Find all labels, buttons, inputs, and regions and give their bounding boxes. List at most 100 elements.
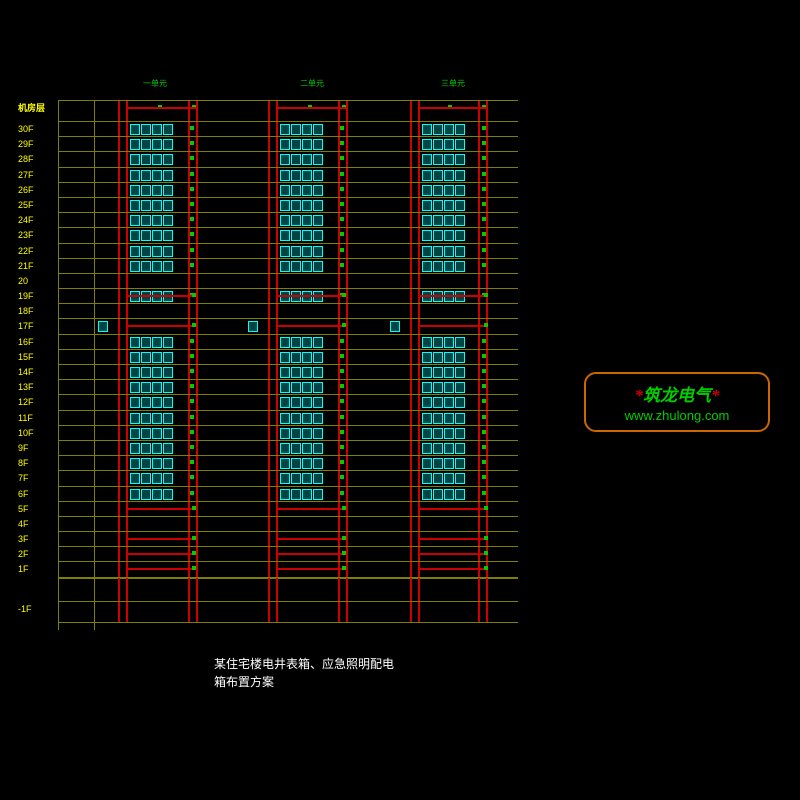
floor-row: 8F [58, 455, 518, 470]
meter-box-cluster [130, 154, 173, 164]
meter-box-cluster [422, 154, 465, 164]
meter-box-icon [152, 170, 162, 181]
meter-box-icon [455, 200, 465, 211]
meter-box-cluster [422, 458, 465, 468]
branch-line [276, 568, 346, 570]
meter-box-icon [433, 489, 443, 500]
meter-box-cluster [280, 489, 323, 499]
meter-box-cluster [130, 337, 173, 347]
meter-box-icon [444, 428, 454, 439]
meter-box-icon [291, 200, 301, 211]
meter-box-icon [141, 337, 151, 348]
meter-box-icon [141, 397, 151, 408]
node-icon [482, 172, 486, 176]
riser-diagram: 一单元 二单元 三单元 机房层 30F29F28F27F26F25F24F [58, 100, 518, 630]
floor-label: 9F [18, 441, 52, 455]
floor-row-basement: -1F [58, 601, 518, 623]
floor-row: 25F [58, 197, 518, 212]
meter-box-icon [130, 397, 140, 408]
node-icon [340, 339, 344, 343]
meter-box-cluster [422, 200, 465, 210]
header-unit-c: 三单元 [441, 78, 465, 89]
meter-box-cluster [280, 170, 323, 180]
meter-box-icon [302, 489, 312, 500]
meter-box-cluster [280, 261, 323, 271]
meter-box-icon [291, 413, 301, 424]
meter-box-icon [280, 382, 290, 393]
meter-box-icon [130, 367, 140, 378]
meter-box-icon [280, 230, 290, 241]
meter-box-icon [141, 154, 151, 165]
node-icon [342, 506, 346, 510]
meter-box-icon [291, 473, 301, 484]
meter-box-icon [291, 154, 301, 165]
node-icon [190, 126, 194, 130]
branch-line [126, 107, 196, 109]
meter-box-icon [455, 367, 465, 378]
meter-box-icon [302, 139, 312, 150]
meter-box-icon [163, 458, 173, 469]
meter-box-icon [141, 230, 151, 241]
meter-box-cluster [422, 352, 465, 362]
floor-row: 6F [58, 486, 518, 501]
meter-box-cluster [422, 443, 465, 453]
meter-box-icon [313, 458, 323, 469]
meter-box-icon [422, 443, 432, 454]
meter-box-cluster [130, 246, 173, 256]
meter-box-icon [291, 230, 301, 241]
meter-box-icon [163, 139, 173, 150]
branch-line [418, 538, 488, 540]
meter-box-icon [444, 337, 454, 348]
meter-box-icon [455, 185, 465, 196]
meter-box-icon [280, 428, 290, 439]
meter-box-cluster [422, 170, 465, 180]
meter-box-cluster [422, 382, 465, 392]
meter-box-icon [302, 154, 312, 165]
meter-box-icon [280, 413, 290, 424]
meter-box-icon [422, 352, 432, 363]
meter-box-icon [444, 382, 454, 393]
floor-label: 24F [18, 213, 52, 227]
floor-grid: 机房层 30F29F28F27F26F25F24F23F22F21F2019F1… [58, 100, 518, 630]
meter-box-icon [163, 185, 173, 196]
meter-box-cluster [130, 230, 173, 240]
floor-label: 16F [18, 335, 52, 349]
node-icon [482, 491, 486, 495]
meter-box-icon [313, 124, 323, 135]
meter-box-icon [422, 397, 432, 408]
meter-box-icon [163, 382, 173, 393]
meter-box-icon [444, 473, 454, 484]
meter-box-icon [291, 367, 301, 378]
branch-line [418, 107, 488, 109]
meter-box-icon [163, 154, 173, 165]
meter-box-icon [163, 337, 173, 348]
meter-box-icon [422, 413, 432, 424]
meter-box-cluster [130, 473, 173, 483]
meter-box-cluster [280, 200, 323, 210]
floor-row: 19F [58, 288, 518, 303]
floor-label: 3F [18, 532, 52, 546]
meter-box-cluster [280, 230, 323, 240]
floor-label: 5F [18, 502, 52, 516]
meter-box-icon [152, 230, 162, 241]
meter-box-icon [302, 367, 312, 378]
meter-box-icon [141, 443, 151, 454]
floor-row: 9F [58, 440, 518, 455]
node-icon [340, 491, 344, 495]
node-icon [340, 415, 344, 419]
meter-box-icon [313, 352, 323, 363]
meter-box-icon [141, 428, 151, 439]
meter-box-icon [130, 458, 140, 469]
meter-box-cluster [422, 473, 465, 483]
meter-box-icon [422, 124, 432, 135]
meter-box-icon [313, 428, 323, 439]
meter-box-icon [455, 352, 465, 363]
meter-box-icon [433, 397, 443, 408]
meter-box-icon [141, 489, 151, 500]
node-icon [340, 399, 344, 403]
branch-line [276, 325, 346, 327]
floor-row: 22F [58, 243, 518, 258]
node-icon [482, 263, 486, 267]
meter-box-icon [433, 382, 443, 393]
meter-box-icon [163, 246, 173, 257]
